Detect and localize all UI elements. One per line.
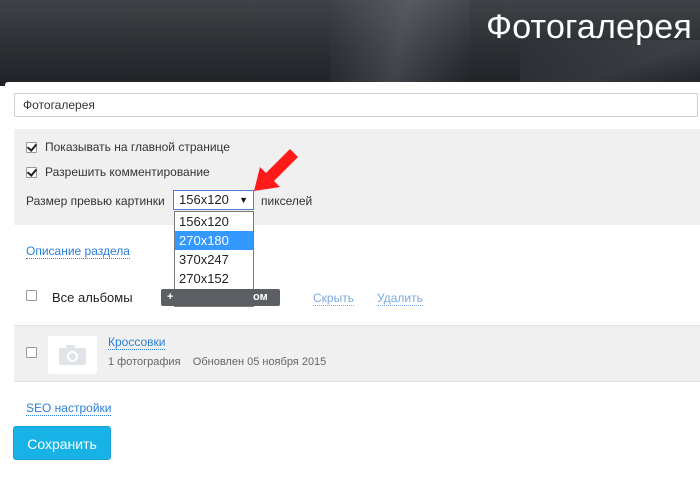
preview-size-option[interactable]: 270x152 [175,269,253,288]
preview-size-option[interactable]: 370x247 [175,250,253,269]
album-updated: Обновлен 05 ноября 2015 [192,356,327,368]
allow-comments-checkbox[interactable] [26,166,37,178]
all-albums-checkbox[interactable] [26,290,37,301]
dropdown-arrow-icon: ▼ [239,195,248,205]
album-photo-count: 1 фотография [108,356,181,368]
preview-size-value: 156x120 [179,192,229,207]
page-title: Фотогалерея [486,8,692,46]
camera-icon [59,345,86,365]
preview-size-option-highlighted[interactable]: 270x180 [175,231,253,250]
add-album-button[interactable]: + ом [161,289,280,306]
gallery-name-input[interactable]: Фотогалерея [14,93,698,117]
preview-size-option[interactable]: 156x120 [175,212,253,231]
album-checkbox[interactable] [26,347,37,358]
show-on-main-row[interactable]: Показывать на главной странице [26,139,230,155]
all-albums-label: Все альбомы [52,290,133,305]
save-button[interactable]: Сохранить [13,426,111,460]
section-description-link[interactable]: Описание раздела [26,244,130,259]
album-meta: 1 фотография Обновлен 05 ноября 2015 [108,356,326,368]
album-list-item [14,325,700,382]
seo-settings-link[interactable]: SEO настройки [26,401,112,416]
add-album-label: ом [253,291,268,303]
pixels-label: пикселей [261,194,313,208]
hide-link[interactable]: Скрыть [313,291,354,306]
header-banner: Фотогалерея [0,0,700,86]
allow-comments-row[interactable]: Разрешить комментирование [26,164,210,180]
allow-comments-label: Разрешить комментирование [45,165,210,179]
preview-size-label: Размер превью картинки [26,194,165,208]
album-thumbnail[interactable] [48,336,97,374]
banner-highlight [330,0,470,86]
show-on-main-label: Показывать на главной странице [45,140,230,154]
plus-icon: + [167,291,174,303]
annotation-arrow-icon [254,149,298,191]
preview-size-select[interactable]: 156x120 ▼ [173,190,254,210]
album-title-link[interactable]: Кроссовки [108,335,166,350]
show-on-main-checkbox[interactable] [26,141,37,153]
delete-link[interactable]: Удалить [377,291,423,306]
